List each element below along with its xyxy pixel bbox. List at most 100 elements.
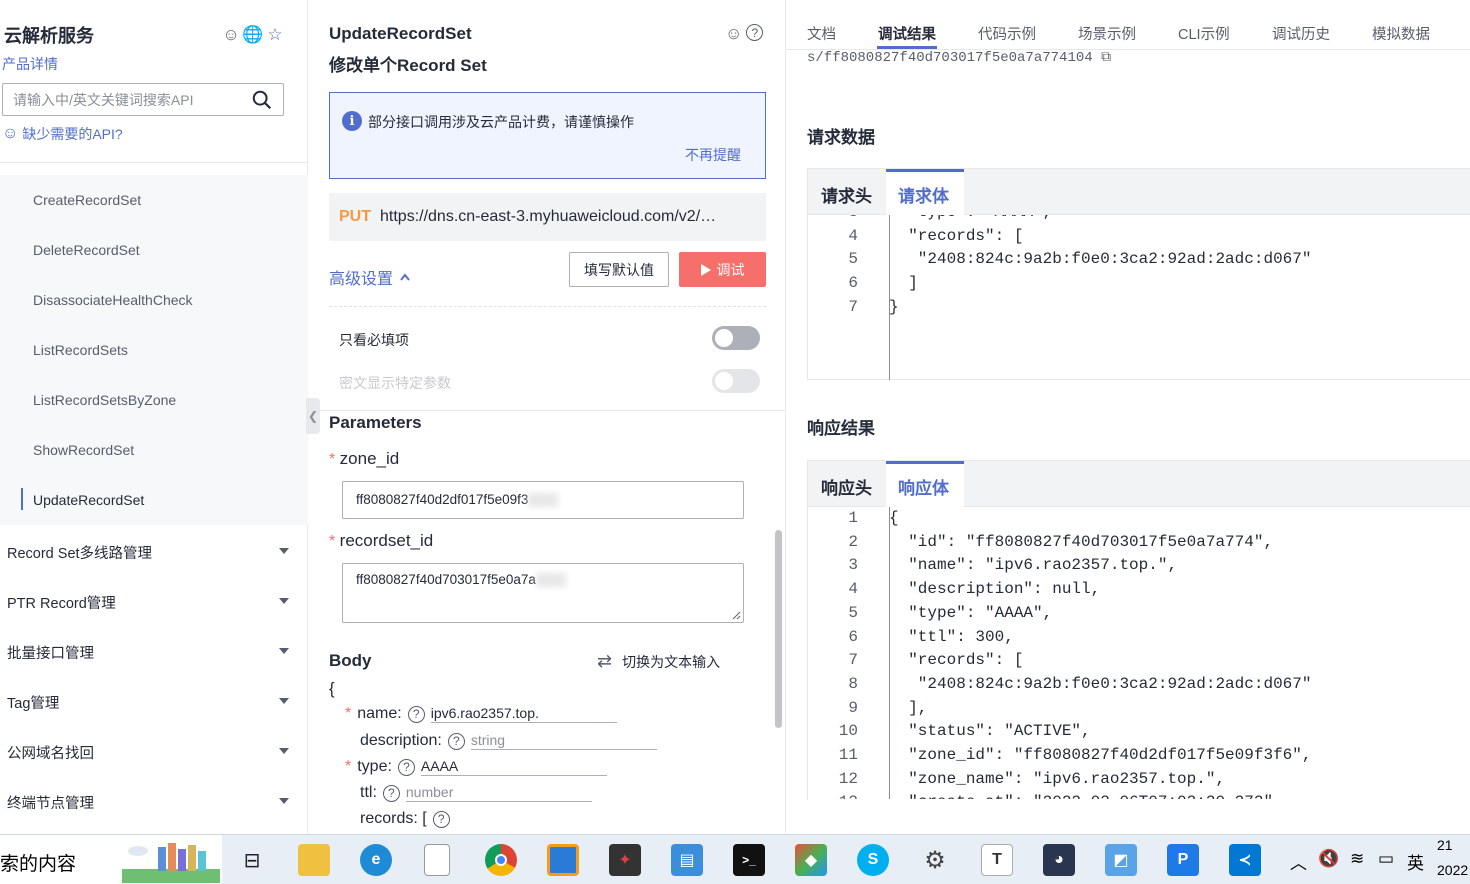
api-item-listrecordsets[interactable]: ListRecordSets <box>33 342 128 358</box>
help-icon[interactable]: ? <box>432 810 450 828</box>
type-input[interactable]: AAAA <box>420 758 607 776</box>
media-app-icon[interactable]: ✦ <box>609 844 641 876</box>
tab-scenario[interactable]: 场景示例 <box>1078 23 1136 44</box>
help-icon[interactable]: ? <box>447 732 465 750</box>
taskbar-search-box[interactable]: 索的内容 <box>0 835 222 884</box>
control-panel-icon[interactable]: ▤ <box>671 844 703 876</box>
cat-app-icon[interactable]: ◕ <box>1043 844 1075 876</box>
paint-icon[interactable]: ◩ <box>1105 844 1137 876</box>
chevron-up-icon[interactable]: ︿ <box>1290 849 1307 874</box>
tab-mock-data[interactable]: 模拟数据 <box>1372 23 1430 44</box>
switch-text-input-button[interactable]: ⇄ 切换为文本输入 <box>597 651 720 672</box>
group-tag[interactable]: Tag管理 <box>7 692 297 713</box>
chrome-icon[interactable] <box>485 844 517 876</box>
globe-icon[interactable]: 🌐 <box>242 25 263 44</box>
body-open-brace: { <box>329 679 335 698</box>
group-domain-retrieve[interactable]: 公网域名找回 <box>7 742 297 763</box>
p-app-icon[interactable]: P <box>1167 844 1199 876</box>
group-label: PTR Record管理 <box>7 596 116 612</box>
search-icon[interactable] <box>251 89 273 111</box>
zone-id-label: zone_id <box>339 449 400 468</box>
api-item-updaterecordset[interactable]: UpdateRecordSet <box>33 492 144 508</box>
line-number: 4 <box>848 580 858 599</box>
clock-date[interactable]: 2022 <box>1437 862 1468 878</box>
help-icon[interactable]: ? <box>746 24 764 41</box>
response-subtabs: 响应头 响应体 <box>808 461 1470 507</box>
group-endpoint[interactable]: 终端节点管理 <box>7 792 297 813</box>
tab-code-sample[interactable]: 代码示例 <box>978 23 1036 44</box>
response-code-box: 响应头 响应体 1 {2 "id": "ff8080827f40d703017f5… <box>807 460 1470 800</box>
recordset-id-textarea[interactable]: ff8080827f40d703017f5e0a7a <box>342 563 744 623</box>
help-icon[interactable]: ? <box>407 705 425 723</box>
edge-icon[interactable]: e <box>360 844 392 876</box>
skype-icon[interactable]: S <box>857 844 889 876</box>
fill-default-button[interactable]: 填写默认值 <box>569 252 669 287</box>
description-input[interactable]: string <box>470 732 657 750</box>
git-icon[interactable]: ◆ <box>795 844 827 876</box>
tab-debug-history[interactable]: 调试历史 <box>1272 23 1330 44</box>
tab-cli[interactable]: CLI示例 <box>1178 23 1230 44</box>
task-view-icon[interactable]: ⊟ <box>236 844 268 876</box>
terminal-icon[interactable]: >_ <box>733 844 765 876</box>
wifi-icon[interactable]: ≋ <box>1350 849 1364 869</box>
copy-icon[interactable]: ⧉ <box>1101 50 1111 64</box>
only-required-label: 只看必填项 <box>339 332 409 348</box>
ttl-input[interactable]: number <box>405 784 592 802</box>
tab-request-headers[interactable]: 请求头 <box>821 182 872 207</box>
smile-icon[interactable]: ☺ <box>725 24 742 44</box>
tab-response-body[interactable]: 响应体 <box>898 474 949 499</box>
group-batch-api[interactable]: 批量接口管理 <box>7 642 297 663</box>
name-input[interactable]: ipv6.rao2357.top. <box>430 705 617 723</box>
chevron-up-icon <box>400 273 410 281</box>
api-item-createrecordset[interactable]: CreateRecordSet <box>33 192 141 208</box>
product-detail-link[interactable]: 产品详情 <box>2 54 58 74</box>
clock-time[interactable]: 21 <box>1437 837 1453 853</box>
api-item-showrecordset[interactable]: ShowRecordSet <box>33 442 134 458</box>
missing-api-link[interactable]: ☺ 缺少需要的API? <box>2 124 123 144</box>
group-ptr-record[interactable]: PTR Record管理 <box>7 592 297 613</box>
code-line: "type": "AAAA", <box>889 215 1052 221</box>
advanced-settings-toggle[interactable]: 高级设置 <box>329 265 411 289</box>
code-line: "zone_id": "ff8080827f40d2df017f5e09f3f6… <box>889 746 1312 764</box>
tab-response-headers[interactable]: 响应头 <box>821 474 872 499</box>
star-icon[interactable]: ☆ <box>266 25 284 44</box>
remote-desktop-icon[interactable] <box>547 844 579 876</box>
code-line: ], <box>889 698 928 717</box>
tab-docs[interactable]: 文档 <box>807 23 836 44</box>
volume-muted-icon[interactable]: 🔇 <box>1318 849 1339 869</box>
code-line: "records": [ <box>889 651 1024 670</box>
dismiss-notice-link[interactable]: 不再提醒 <box>685 145 741 165</box>
smile-icon[interactable]: ☺ <box>222 25 240 44</box>
api-item-listrecordsetsbyzone[interactable]: ListRecordSetsByZone <box>33 392 176 408</box>
api-item-deleterecordset[interactable]: DeleteRecordSet <box>33 242 140 258</box>
collapse-sidebar-handle[interactable]: ❮ <box>306 398 320 434</box>
file-explorer-icon[interactable] <box>298 844 330 876</box>
tab-debug-result[interactable]: 调试结果 <box>878 23 936 44</box>
line-number: 9 <box>848 698 858 717</box>
notice-text: 部分接口调用涉及云产品计费，请谨慎操作 <box>368 114 634 130</box>
resize-handle-icon[interactable] <box>731 610 741 620</box>
tab-request-body[interactable]: 请求体 <box>898 182 949 207</box>
help-icon[interactable]: ? <box>382 784 400 802</box>
notepad-icon[interactable] <box>424 844 450 876</box>
api-title-cn: 修改单个Record Set <box>329 56 487 75</box>
code-line: "create_at": "2022-03-06T07:03:30.373", <box>889 793 1282 799</box>
only-required-toggle[interactable] <box>712 326 760 350</box>
help-icon[interactable]: ? <box>397 758 415 776</box>
search-highlight-illustration-icon <box>122 843 220 883</box>
vscode-icon[interactable]: ≺ <box>1229 844 1261 876</box>
settings-icon[interactable]: ⚙ <box>919 844 951 876</box>
middle-scrollbar[interactable] <box>775 530 782 728</box>
api-item-disassociatehealthcheck[interactable]: DisassociateHealthCheck <box>33 292 193 308</box>
ime-indicator[interactable]: 英 <box>1407 849 1424 874</box>
zone-id-input[interactable]: ff8080827f40d2df017f5e09f3 <box>342 481 744 519</box>
debug-button[interactable]: 调试 <box>679 252 766 287</box>
code-line: "zone_name": "ipv6.rao2357.top.", <box>889 769 1226 788</box>
group-record-set-multiline[interactable]: Record Set多线路管理 <box>7 542 297 563</box>
code-line: "2408:824c:9a2b:f0e0:3ca2:92ad:2adc:d067… <box>889 674 1312 693</box>
api-search-input[interactable] <box>3 84 243 115</box>
redaction-blur <box>528 493 559 508</box>
battery-icon[interactable]: ▭ <box>1378 849 1394 869</box>
request-url[interactable]: https://dns.cn-east-3.myhuaweicloud.com/… <box>380 208 716 226</box>
typora-icon[interactable]: T <box>981 844 1013 876</box>
